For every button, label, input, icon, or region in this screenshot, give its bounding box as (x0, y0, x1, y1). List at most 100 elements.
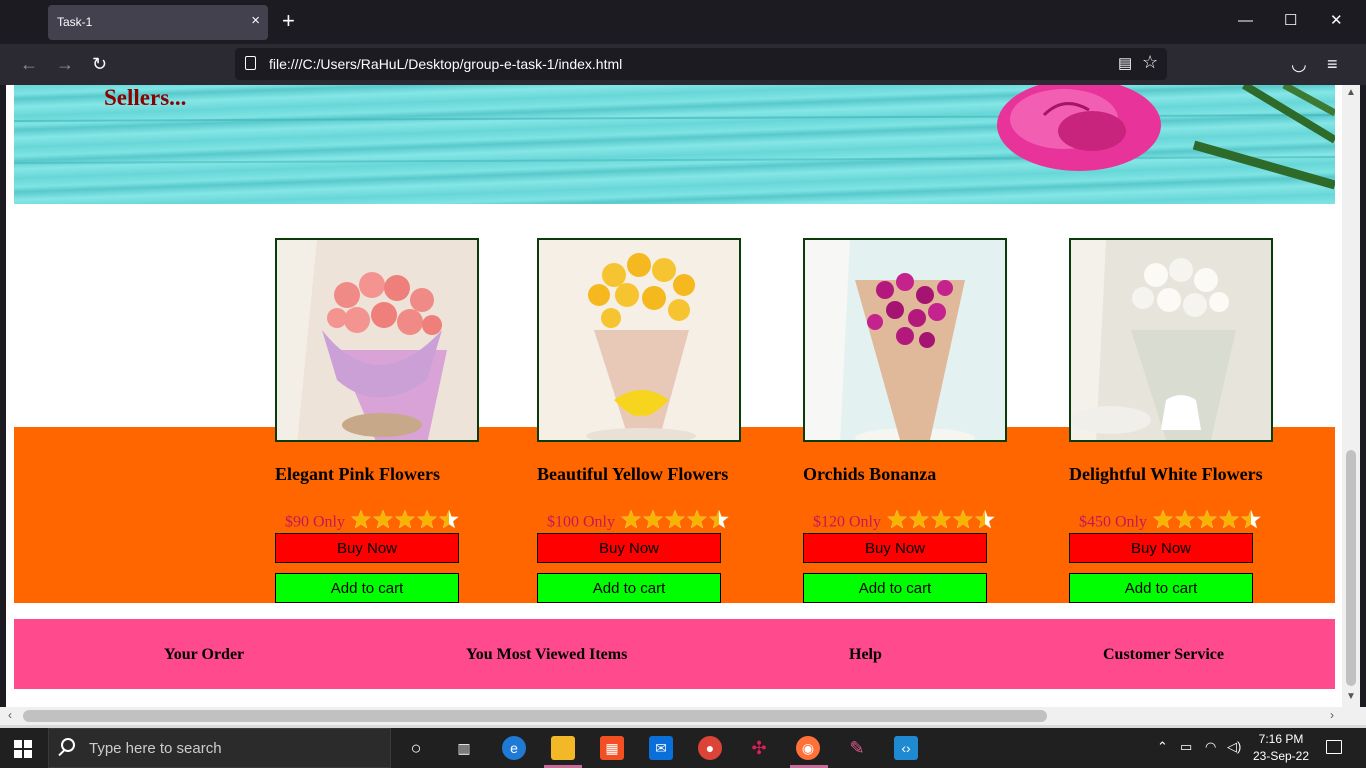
taskbar-clock[interactable]: 7:16 PM 23-Sep-22 (1250, 731, 1312, 765)
banner-title: Sellers... (104, 85, 187, 110)
minimize-icon[interactable]: — (1238, 12, 1253, 30)
price-row: $100 Only (547, 509, 730, 535)
back-icon[interactable]: ← (20, 54, 38, 74)
cortana-icon[interactable]: ○ (404, 736, 428, 760)
footer-bar: Your Order You Most Viewed Items Help Cu… (14, 619, 1335, 689)
pocket-icon[interactable]: ◡ (1291, 54, 1307, 74)
star-filled-icon (621, 510, 641, 529)
paint-icon[interactable]: ✎ (845, 736, 869, 760)
rating-stars-icon (350, 509, 460, 535)
bookmark-star-icon[interactable]: ☆ (1142, 52, 1158, 73)
volume-icon[interactable]: ◁) (1227, 740, 1241, 754)
browser-nav-bar: ← → ↻ file:///C:/Users/RaHuL/Desktop/gro… (0, 44, 1366, 85)
add-to-cart-button[interactable]: Add to cart (803, 573, 987, 603)
rating-stars-icon (1152, 509, 1262, 535)
star-filled-icon (687, 510, 707, 529)
page-icon (245, 56, 256, 70)
tray-chevron-icon[interactable]: ⌃ (1157, 740, 1168, 754)
clock-date: 23-Sep-22 (1252, 749, 1310, 763)
search-placeholder: Type here to search (89, 740, 222, 757)
scroll-left-icon[interactable]: ‹ (8, 708, 12, 722)
star-filled-icon (1197, 510, 1217, 529)
star-filled-icon (665, 510, 685, 529)
tab-close-icon[interactable]: × (251, 13, 260, 29)
star-filled-icon (1219, 510, 1239, 529)
maximize-icon[interactable]: ☐ (1284, 12, 1297, 30)
star-filled-icon (373, 510, 393, 529)
reader-view-icon[interactable]: ▤ (1118, 54, 1132, 72)
url-text[interactable]: file:///C:/Users/RaHuL/Desktop/group-e-t… (269, 56, 622, 72)
star-filled-icon (395, 510, 415, 529)
buy-now-button[interactable]: Buy Now (803, 533, 987, 563)
banner-rose-image (14, 85, 1335, 190)
product-price: $450 Only (1079, 513, 1147, 531)
star-filled-icon (931, 510, 951, 529)
price-row: $120 Only (813, 509, 996, 535)
rating-stars-icon (886, 509, 996, 535)
purple-orchid-bouquet-image[interactable] (803, 238, 1007, 442)
new-tab-button[interactable]: + (282, 10, 295, 32)
product-title: Elegant Pink Flowers (275, 464, 440, 484)
edge-icon[interactable]: e (502, 736, 526, 760)
product-title: Orchids Bonanza (803, 464, 937, 484)
star-filled-icon (417, 510, 437, 529)
taskbar-search-box[interactable]: Type here to search (48, 728, 391, 768)
battery-icon[interactable]: ▭ (1180, 740, 1192, 754)
firefox-icon[interactable]: ◉ (796, 736, 820, 760)
vertical-scrollbar[interactable]: ▲ ▼ (1342, 85, 1360, 707)
add-to-cart-button[interactable]: Add to cart (537, 573, 721, 603)
wifi-icon[interactable]: ◠ (1205, 740, 1216, 754)
web-page: Sellers... Elegant Pink Flowers $90 Only… (6, 85, 1342, 707)
chrome-icon[interactable]: ● (698, 736, 722, 760)
menu-icon[interactable]: ≡ (1327, 54, 1338, 74)
footer-link-customer-service[interactable]: Customer Service (1103, 646, 1224, 664)
browser-tab-bar: Task-1 × + — ☐ ✕ (0, 0, 1366, 44)
slack-icon[interactable]: ✣ (747, 736, 771, 760)
price-row: $90 Only (285, 509, 460, 535)
window-close-icon[interactable]: ✕ (1330, 12, 1343, 30)
mail-icon[interactable]: ✉ (649, 736, 673, 760)
notification-icon[interactable] (1326, 740, 1342, 754)
page-viewport: Sellers... Elegant Pink Flowers $90 Only… (0, 85, 1366, 707)
scroll-up-icon[interactable]: ▲ (1346, 87, 1356, 98)
banner: Sellers... (14, 85, 1335, 204)
windows-start-icon[interactable] (14, 740, 32, 758)
footer-link-help[interactable]: Help (849, 646, 882, 664)
star-filled-icon (1175, 510, 1195, 529)
tab-task-1[interactable]: Task-1 × (48, 5, 268, 40)
buy-now-button[interactable]: Buy Now (1069, 533, 1253, 563)
file-explorer-icon[interactable] (551, 736, 575, 760)
reload-icon[interactable]: ↻ (92, 54, 107, 74)
buy-now-button[interactable]: Buy Now (537, 533, 721, 563)
price-row: $450 Only (1079, 509, 1262, 535)
star-filled-icon (643, 510, 663, 529)
star-filled-icon (953, 510, 973, 529)
star-filled-icon (909, 510, 929, 529)
scroll-down-icon[interactable]: ▼ (1346, 691, 1356, 702)
yellow-rose-bouquet-image[interactable] (537, 238, 741, 442)
star-filled-icon (351, 510, 371, 529)
product-price: $120 Only (813, 513, 881, 531)
footer-link-most-viewed[interactable]: You Most Viewed Items (466, 646, 627, 664)
store-icon[interactable]: ▦ (600, 736, 624, 760)
footer-link-your-order[interactable]: Your Order (164, 646, 244, 664)
url-bar[interactable]: file:///C:/Users/RaHuL/Desktop/group-e-t… (235, 48, 1167, 80)
product-title: Beautiful Yellow Flowers (537, 464, 729, 484)
vertical-scroll-thumb[interactable] (1346, 450, 1356, 686)
horizontal-scroll-thumb[interactable] (23, 710, 1047, 722)
scroll-right-icon[interactable]: › (1330, 708, 1334, 722)
product-price: $90 Only (285, 513, 345, 531)
tab-title: Task-1 (57, 15, 93, 29)
task-view-icon[interactable]: ▥ (452, 736, 476, 760)
add-to-cart-button[interactable]: Add to cart (1069, 573, 1253, 603)
buy-now-button[interactable]: Buy Now (275, 533, 459, 563)
clock-time: 7:16 PM (1258, 732, 1304, 746)
product-title: Delightful White Flowers (1069, 464, 1263, 484)
white-rose-bouquet-image[interactable] (1069, 238, 1273, 442)
horizontal-scrollbar[interactable]: ‹ › (0, 707, 1366, 725)
pink-rose-bouquet-image[interactable] (275, 238, 479, 442)
forward-icon[interactable]: → (56, 54, 74, 74)
vscode-icon[interactable]: ‹› (894, 736, 918, 760)
rating-stars-icon (620, 509, 730, 535)
add-to-cart-button[interactable]: Add to cart (275, 573, 459, 603)
